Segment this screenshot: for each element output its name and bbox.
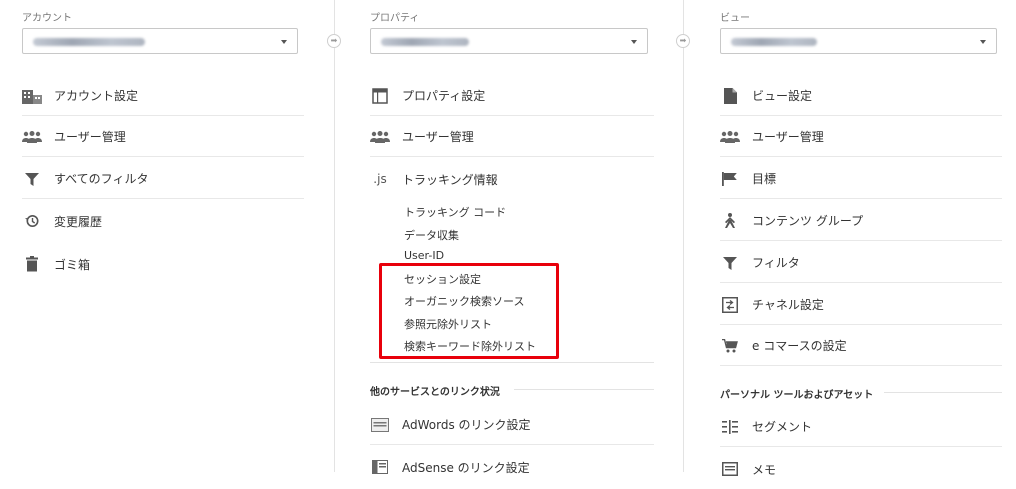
property-select-value <box>381 38 469 46</box>
account-user-management-label: ユーザー管理 <box>54 130 126 144</box>
goals-label: 目標 <box>752 172 777 186</box>
property-settings-label: プロパティ設定 <box>402 89 486 103</box>
view-user-management-item[interactable]: ユーザー管理 <box>720 117 1002 157</box>
note-icon <box>720 459 740 479</box>
channel-settings-item[interactable]: チャネル設定 <box>720 285 1002 325</box>
adwords-linking-label: AdWords のリンク設定 <box>402 418 531 432</box>
property-label: プロパティ <box>370 13 420 24</box>
tracking-info-item[interactable]: .js トラッキング情報 <box>370 159 654 199</box>
trash-item[interactable]: ゴミ箱 <box>22 244 304 284</box>
adwords-icon <box>370 415 390 435</box>
tracking-code-link[interactable]: トラッキング コード <box>404 204 506 220</box>
account-label: アカウント <box>22 13 72 24</box>
building-icon <box>22 86 42 106</box>
funnel-icon <box>720 253 740 273</box>
segments-item[interactable]: セグメント <box>720 407 1002 447</box>
personal-tools-section-title: パーソナル ツールおよびアセット <box>720 390 874 401</box>
ecommerce-settings-item[interactable]: e コマースの設定 <box>720 326 1002 366</box>
memo-item[interactable]: メモ <box>720 449 1002 489</box>
memo-label: メモ <box>752 462 777 477</box>
column-divider <box>334 0 335 472</box>
window-icon <box>370 86 390 106</box>
segments-label: セグメント <box>752 420 813 434</box>
content-grouping-item[interactable]: コンテンツ グループ <box>720 201 1002 241</box>
view-settings-item[interactable]: ビュー設定 <box>720 76 1002 116</box>
account-settings-label: アカウント設定 <box>54 89 139 103</box>
tracking-info-label: トラッキング情報 <box>402 172 498 187</box>
history-icon <box>22 211 42 231</box>
ecommerce-settings-label: e コマースの設定 <box>752 339 847 353</box>
view-select-value <box>731 38 817 46</box>
divider <box>370 362 654 363</box>
channel-icon <box>720 295 740 315</box>
channel-settings-label: チャネル設定 <box>752 298 824 312</box>
account-select-value <box>33 38 145 46</box>
content-grouping-label: コンテンツ グループ <box>752 214 864 228</box>
view-filters-label: フィルタ <box>752 256 800 270</box>
users-icon <box>22 127 42 147</box>
adsense-linking-label: AdSense のリンク設定 <box>402 460 530 475</box>
cart-icon <box>720 336 740 356</box>
document-icon <box>720 86 740 106</box>
users-icon <box>720 127 740 147</box>
change-history-item[interactable]: 変更履歴 <box>22 201 304 241</box>
adwords-linking-item[interactable]: AdWords のリンク設定 <box>370 405 654 445</box>
change-history-label: 変更履歴 <box>54 214 103 229</box>
arrow-right-icon: ➡ <box>327 34 341 48</box>
divider <box>884 392 1002 393</box>
js-icon: .js <box>373 172 387 186</box>
user-id-link[interactable]: User-ID <box>404 249 444 262</box>
trash-icon <box>22 254 42 274</box>
chevron-down-icon <box>980 40 986 44</box>
funnel-icon <box>22 169 42 189</box>
divider <box>514 389 654 390</box>
segment-icon <box>720 417 740 437</box>
property-settings-item[interactable]: プロパティ設定 <box>370 76 654 116</box>
view-settings-label: ビュー設定 <box>752 89 813 103</box>
all-filters-item[interactable]: すべてのフィルタ <box>22 159 304 199</box>
account-settings-item[interactable]: アカウント設定 <box>22 76 304 116</box>
linking-section-title: 他のサービスとのリンク状況 <box>370 387 500 398</box>
property-select[interactable] <box>370 28 648 54</box>
adsense-linking-item[interactable]: AdSense のリンク設定 <box>370 447 654 487</box>
flag-icon <box>720 169 740 189</box>
highlight-box <box>379 263 559 359</box>
goals-item[interactable]: 目標 <box>720 159 1002 199</box>
trash-label: ゴミ箱 <box>54 257 91 272</box>
view-filters-item[interactable]: フィルタ <box>720 243 1002 283</box>
arrow-right-icon: ➡ <box>676 34 690 48</box>
view-label: ビュー <box>720 13 750 24</box>
view-user-management-label: ユーザー管理 <box>752 130 824 144</box>
adsense-icon <box>370 457 390 477</box>
property-user-management-item[interactable]: ユーザー管理 <box>370 117 654 157</box>
column-divider <box>683 0 684 472</box>
users-icon <box>370 127 390 147</box>
data-collection-link[interactable]: データ収集 <box>404 227 459 243</box>
account-user-management-item[interactable]: ユーザー管理 <box>22 117 304 157</box>
view-select[interactable] <box>720 28 997 54</box>
property-user-management-label: ユーザー管理 <box>402 130 474 144</box>
chevron-down-icon <box>631 40 637 44</box>
all-filters-label: すべてのフィルタ <box>54 172 149 186</box>
chevron-down-icon <box>281 40 287 44</box>
person-walk-icon <box>720 211 740 231</box>
account-select[interactable] <box>22 28 298 54</box>
